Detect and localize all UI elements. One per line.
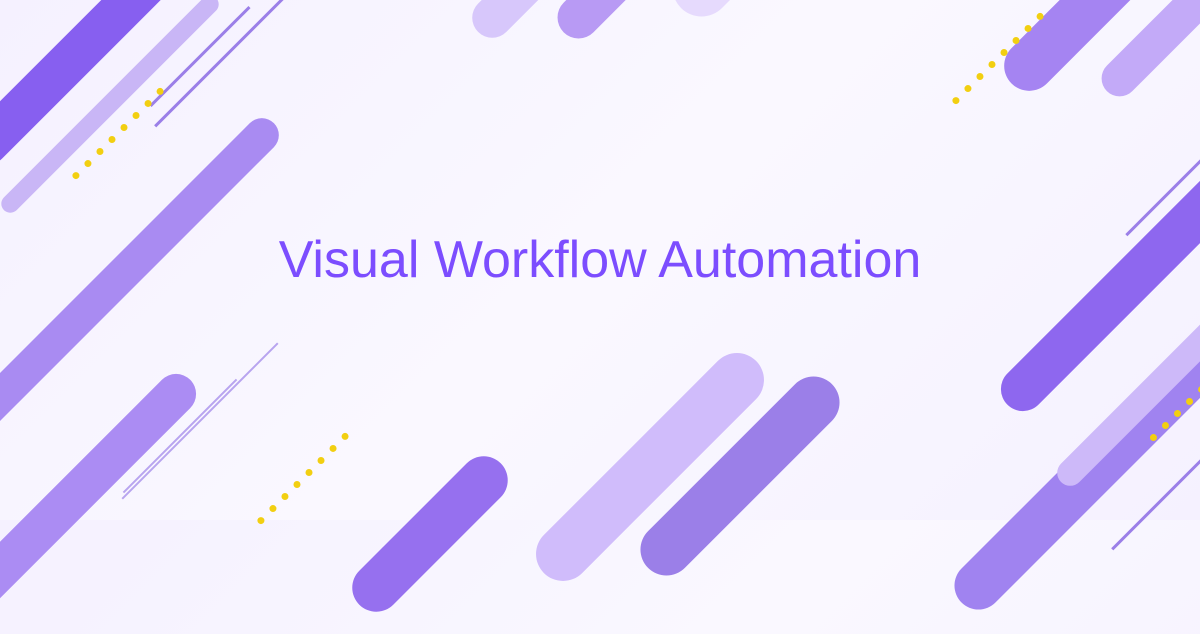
hero-banner: Visual Workflow Automation xyxy=(0,0,1200,520)
hero-title: Visual Workflow Automation xyxy=(279,228,922,293)
